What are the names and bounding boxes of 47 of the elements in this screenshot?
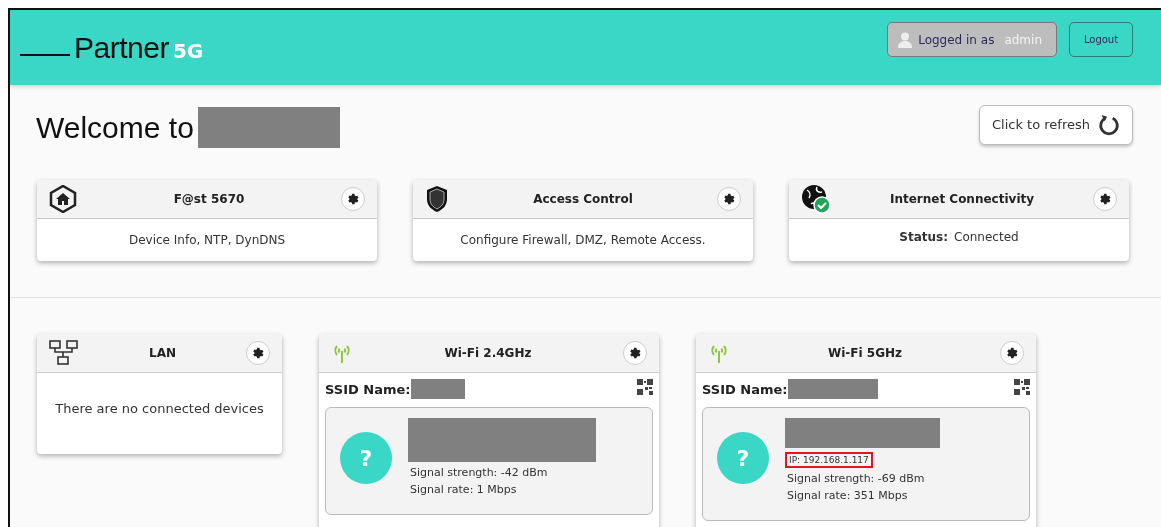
signal-rate: Signal rate: 1 Mbps — [409, 483, 518, 496]
status-value: Connected — [954, 230, 1019, 244]
card-title: Access Control — [533, 192, 633, 206]
signal-rate: Signal rate: 351 Mbps — [786, 489, 909, 502]
settings-button[interactable] — [1093, 187, 1117, 211]
network-icon — [49, 340, 79, 366]
settings-icon — [346, 192, 360, 206]
unknown-device-avatar: ? — [340, 432, 392, 484]
logo-text: Partner — [74, 32, 169, 63]
welcome-title: Welcome to — [36, 110, 194, 145]
ssid-label: SSID Name: — [702, 381, 788, 397]
settings-icon — [628, 346, 642, 360]
card-description: Configure Firewall, DMZ, Remote Access. — [459, 232, 707, 249]
card-title: LAN — [149, 346, 176, 360]
refresh-icon — [1098, 113, 1120, 136]
card-title: Wi-Fi 5GHz — [827, 346, 902, 360]
status-label: Status: — [899, 230, 949, 244]
qr-code-icon[interactable] — [1014, 379, 1030, 395]
qr-code-icon[interactable] — [637, 379, 653, 395]
ip-address: IP: 192.168.1.117 — [785, 452, 873, 468]
logo-suffix-text: 5G — [172, 40, 204, 61]
settings-button[interactable] — [1000, 341, 1024, 365]
settings-icon — [251, 346, 265, 360]
globe-check-icon — [801, 184, 831, 214]
settings-icon — [722, 192, 736, 206]
card-title: Internet Connectivity — [889, 192, 1035, 206]
settings-icon — [1098, 192, 1112, 206]
user-icon — [898, 31, 913, 48]
settings-button[interactable] — [717, 187, 741, 211]
settings-icon — [1005, 346, 1019, 360]
settings-button[interactable] — [623, 341, 647, 365]
settings-button[interactable] — [341, 187, 365, 211]
signal-strength: Signal strength: -69 dBm — [786, 472, 926, 485]
unknown-device-avatar: ? — [717, 432, 769, 484]
logged-in-label: Logged in as — [918, 32, 995, 47]
card-title: Wi-Fi 2.4GHz — [444, 346, 532, 360]
refresh-button[interactable]: Click to refresh — [979, 104, 1133, 145]
shield-icon — [425, 185, 449, 213]
redacted-block — [410, 379, 465, 399]
ssid-label: SSID Name: — [325, 381, 411, 397]
house-icon — [49, 185, 77, 213]
settings-button[interactable] — [246, 341, 270, 365]
logout-button[interactable]: Logout — [1069, 22, 1133, 57]
card-description: Device Info, NTP, DynDNS — [127, 232, 287, 249]
signal-strength: Signal strength: -42 dBm — [409, 466, 549, 479]
card-title: F@st 5670 — [173, 192, 245, 206]
empty-message: There are no connected devices — [54, 400, 265, 418]
